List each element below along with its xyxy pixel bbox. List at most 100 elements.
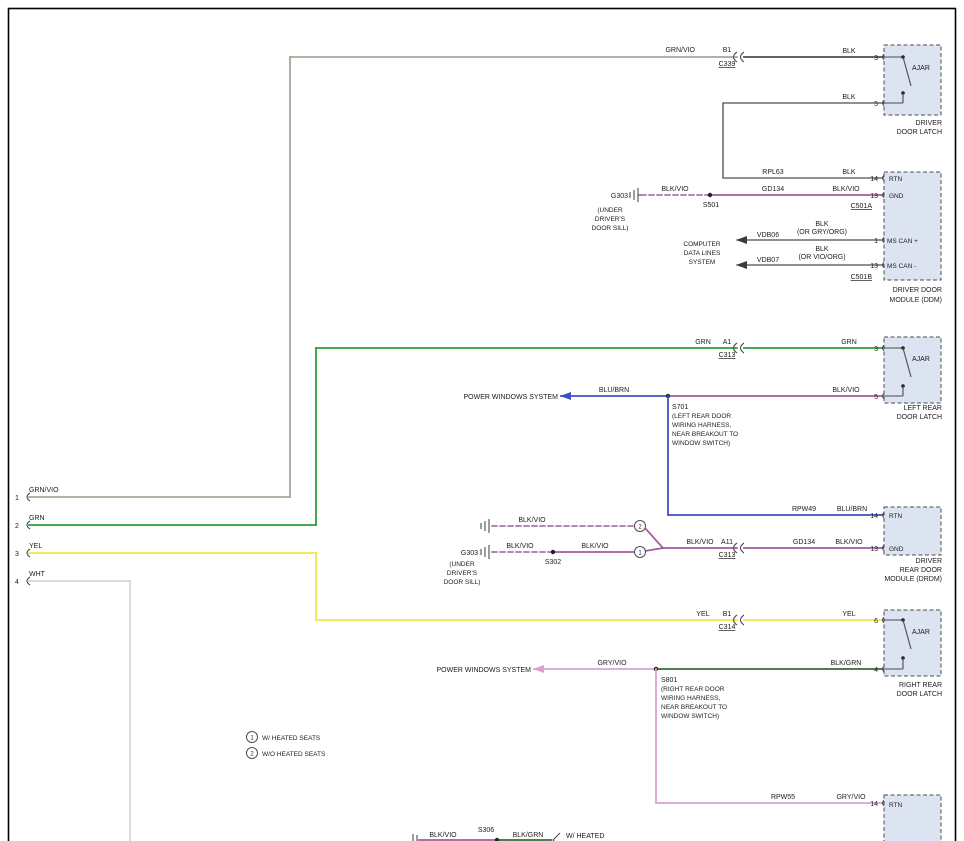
- ground-location: (UNDER: [449, 561, 475, 568]
- pin-number: 6: [874, 618, 878, 625]
- splice-location: NEAR BREAKOUT TO: [672, 431, 738, 438]
- wire-color-label: BLK: [842, 94, 856, 101]
- system-label: DATA LINES: [684, 250, 721, 257]
- driver-door-latch-circuit: GRN/VIO B1 C339 BLK 3 BLK 5 AJAR DRIVER …: [290, 45, 942, 178]
- system-label: COMPUTER: [683, 241, 721, 248]
- ground-location: (UNDER: [597, 207, 623, 214]
- legend-1-text: W/ HEATED SEATS: [262, 735, 321, 742]
- wire-color-label: BLK: [842, 169, 856, 176]
- component-name: MODULE (DRDM): [884, 576, 942, 583]
- arrow-left-icon: [736, 236, 747, 244]
- switch-state-label: AJAR: [912, 356, 930, 363]
- splice-location: WIRING HARNESS,: [672, 422, 731, 429]
- wire-color-label: GRY/VIO: [836, 794, 866, 801]
- right-rear-latch-circuit: YEL B1 C314 YEL 6 POWER WINDOWS SYSTEM G…: [316, 610, 942, 803]
- wire-color-label: BLK/VIO: [832, 387, 860, 394]
- connector-pin: A11: [721, 539, 733, 546]
- component-name: DOOR LATCH: [897, 691, 942, 698]
- ground-icon: [481, 545, 489, 559]
- splice-location: WINDOW SWITCH): [661, 713, 719, 720]
- ground-location: DRIVER'S: [447, 570, 478, 577]
- circuit-label: VDB07: [757, 257, 779, 264]
- module-pin-label: MS CAN +: [887, 238, 918, 245]
- splice-dot: [551, 550, 555, 554]
- wire-color-label: BLK/GRN: [831, 660, 862, 667]
- switch-state-label: AJAR: [912, 629, 930, 636]
- ddm-circuit: RPL63 BLK 14 S501 BLK/VIO GD134 BLK/VIO …: [592, 169, 942, 304]
- legend: 1 W/ HEATED SEATS 2 W/O HEATED SEATS: [247, 732, 326, 759]
- splice-label: S306: [478, 827, 494, 834]
- wire-color-label: BLK/VIO: [518, 517, 546, 524]
- component-name: MODULE (DDM): [890, 297, 943, 304]
- component-name: DOOR LATCH: [897, 414, 942, 421]
- module-pin-label: GND: [889, 546, 904, 553]
- component-name: RIGHT REAR: [899, 682, 942, 689]
- circuit-label: GD134: [762, 186, 784, 193]
- connector-name: C314: [719, 624, 736, 631]
- harness-pins: 1 GRN/VIO 2 GRN 3 YEL 4 WHT: [15, 57, 316, 841]
- pin-number: 4: [874, 667, 878, 674]
- connector-name: C313: [719, 552, 736, 559]
- pin-number: 3: [874, 346, 878, 353]
- wire-color-label: (OR GRY/ORG): [797, 229, 847, 236]
- connector-pin: A1: [723, 339, 732, 346]
- arrow-left-icon: [560, 392, 571, 400]
- ground-label: G303: [461, 550, 478, 557]
- component-name: REAR DOOR: [900, 567, 942, 574]
- pin-number: 5: [874, 101, 878, 108]
- splice-label: S302: [545, 559, 561, 566]
- pin-number: 13: [870, 263, 878, 270]
- wire-color-label: BLK/VIO: [832, 186, 860, 193]
- component-name: DRIVER: [916, 120, 942, 127]
- splice-location: WIRING HARNESS,: [661, 695, 720, 702]
- wire-color-label: GRN/VIO: [665, 47, 695, 54]
- pin-number: 14: [870, 801, 878, 808]
- circuit-label: RPW49: [792, 506, 816, 513]
- pin-number: 3: [15, 551, 19, 558]
- pin-number: 2: [15, 523, 19, 530]
- left-rear-latch-box: [884, 337, 941, 403]
- wire-color-label: BLK/VIO: [429, 832, 457, 839]
- driver-door-latch-box: [884, 45, 941, 115]
- blk-wire-pin5-to-rtn: [723, 103, 884, 178]
- pin-number: 1: [874, 238, 878, 245]
- connector-pin: B1: [723, 611, 732, 618]
- splice-label: S701: [672, 404, 688, 411]
- wire-color-label: GRN: [695, 339, 711, 346]
- ground-location: DOOR SILL): [592, 225, 629, 232]
- pin-number: 1: [15, 495, 19, 502]
- legend-2-text: W/O HEATED SEATS: [262, 751, 326, 758]
- pin-number: 5: [874, 394, 878, 401]
- component-name: DRIVER DOOR: [893, 287, 942, 294]
- ground-label: G303: [611, 193, 628, 200]
- wire-color-label: BLK/VIO: [581, 543, 609, 550]
- wire-color-label: GRN/VIO: [29, 487, 59, 494]
- component-name: DRIVER: [916, 558, 942, 565]
- pin-number: 3: [874, 55, 878, 62]
- splice-label: S801: [661, 677, 677, 684]
- ground-location: DOOR SILL): [444, 579, 481, 586]
- system-label: POWER WINDOWS SYSTEM: [437, 667, 532, 674]
- wiring-diagram-page: 1 GRN/VIO 2 GRN 3 YEL 4 WHT GRN/VIO B1 C…: [0, 0, 964, 841]
- pin-number: 13: [870, 193, 878, 200]
- wire-color-label: YEL: [696, 611, 709, 618]
- splice-location: (RIGHT REAR DOOR: [661, 686, 725, 693]
- arrow-left-icon: [533, 665, 544, 673]
- option-merge: [645, 528, 663, 548]
- circuit-label: GD134: [793, 539, 815, 546]
- splice-location: WINDOW SWITCH): [672, 440, 730, 447]
- component-name: DOOR LATCH: [897, 129, 942, 136]
- module-pin-label: RTN: [889, 176, 903, 183]
- ground-icon: [630, 188, 641, 202]
- ground-icon: [481, 519, 489, 533]
- wire-color-label: BLK/VIO: [506, 543, 534, 550]
- splice-location: (LEFT REAR DOOR: [672, 413, 731, 420]
- system-label: SYSTEM: [689, 259, 716, 266]
- arrow-left-icon: [736, 261, 747, 269]
- pin-number: 14: [870, 513, 878, 520]
- pin-number: 13: [870, 546, 878, 553]
- wire-color-label: BLU/BRN: [837, 506, 867, 513]
- option-note: W/ HEATED: [566, 833, 604, 840]
- wire-color-label: YEL: [29, 543, 42, 550]
- circuit-label: RPW55: [771, 794, 795, 801]
